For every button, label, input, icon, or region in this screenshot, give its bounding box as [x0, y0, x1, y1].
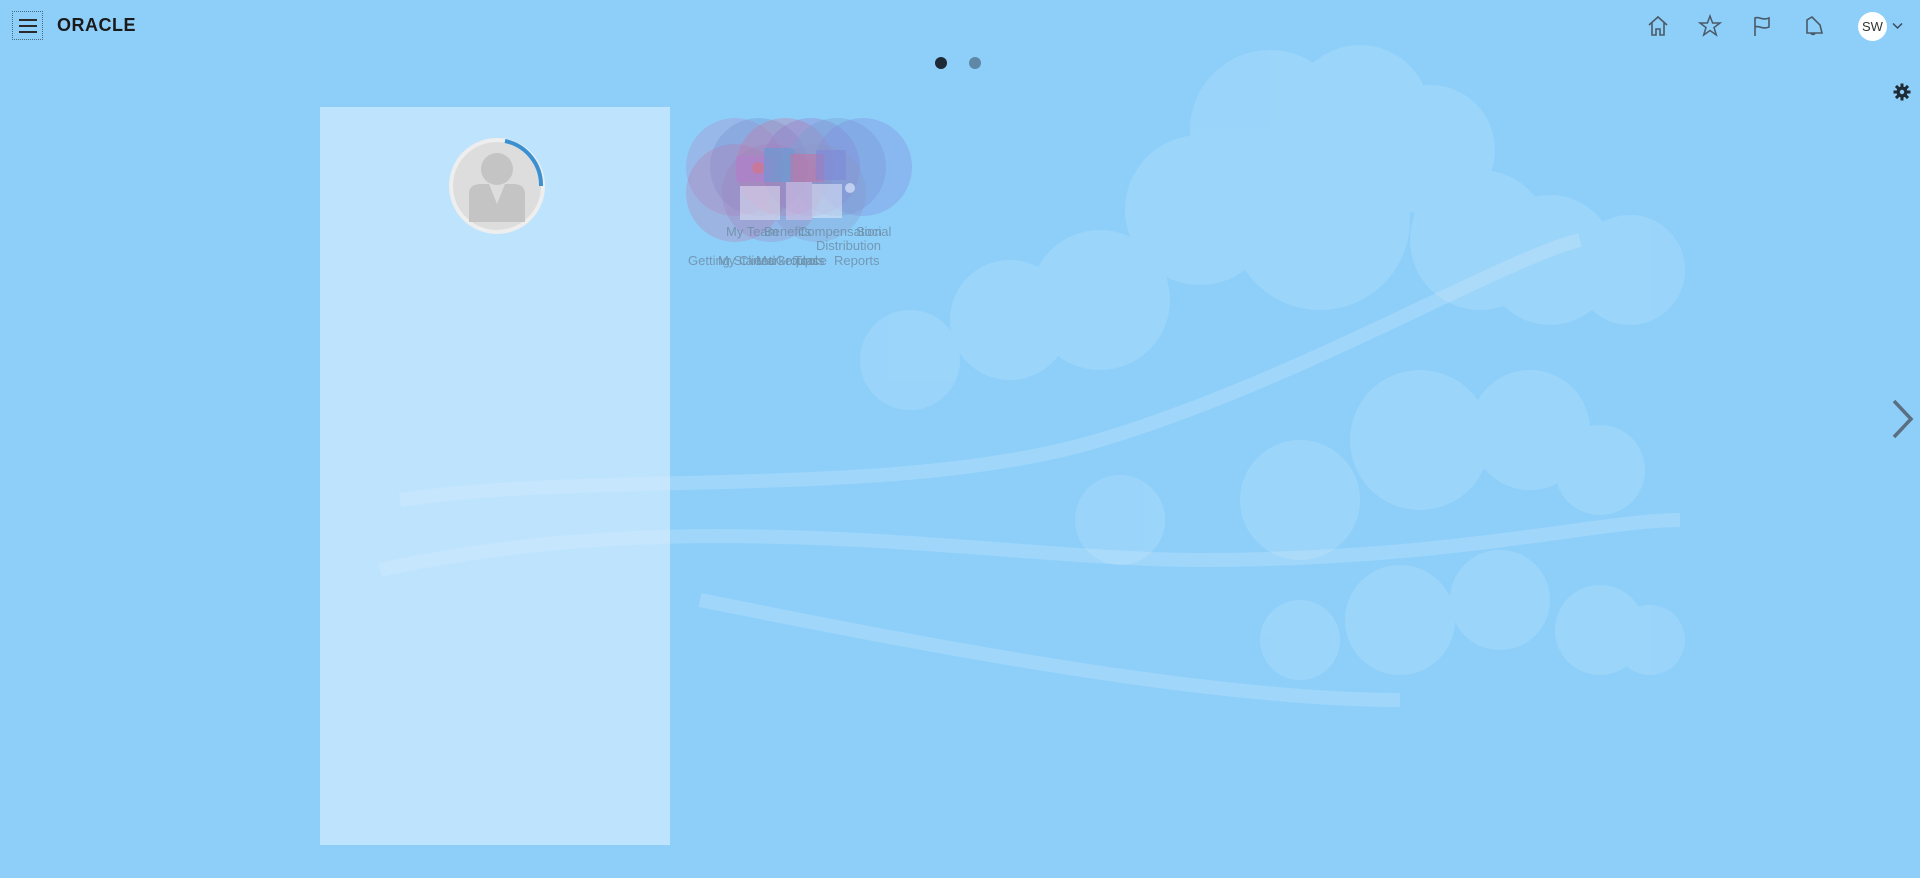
- user-initials: SW: [1862, 19, 1883, 34]
- user-avatar-button[interactable]: SW: [1858, 12, 1887, 41]
- page-dot-2[interactable]: [969, 57, 981, 69]
- page-indicator: [935, 57, 981, 69]
- oracle-logo[interactable]: ORACLE: [57, 15, 136, 36]
- home-icon[interactable]: [1645, 13, 1671, 39]
- user-avatar-icon: [449, 138, 545, 234]
- gear-icon[interactable]: [1893, 83, 1911, 101]
- chevron-down-icon[interactable]: [1892, 22, 1903, 30]
- flag-icon[interactable]: [1749, 13, 1775, 39]
- global-header: ORACLE SW: [0, 0, 1920, 52]
- star-icon[interactable]: [1697, 13, 1723, 39]
- navigator-menu-button[interactable]: [12, 11, 43, 40]
- tile-label-social: Social: [856, 224, 892, 239]
- tile-label-tools: Tools: [794, 253, 825, 268]
- cloud-background: [378, 45, 1685, 707]
- tile-label-reports: Reports: [834, 253, 880, 268]
- bell-icon[interactable]: [1800, 13, 1826, 39]
- tile-label-distribution: Distribution: [816, 238, 882, 253]
- hamburger-icon: [18, 18, 37, 33]
- page-dot-1[interactable]: [935, 57, 947, 69]
- chevron-right-icon[interactable]: [1890, 398, 1916, 440]
- welcome-panel: [320, 107, 670, 845]
- springboard-tiles: My Team Benefits Compensation Social Dis…: [686, 118, 946, 288]
